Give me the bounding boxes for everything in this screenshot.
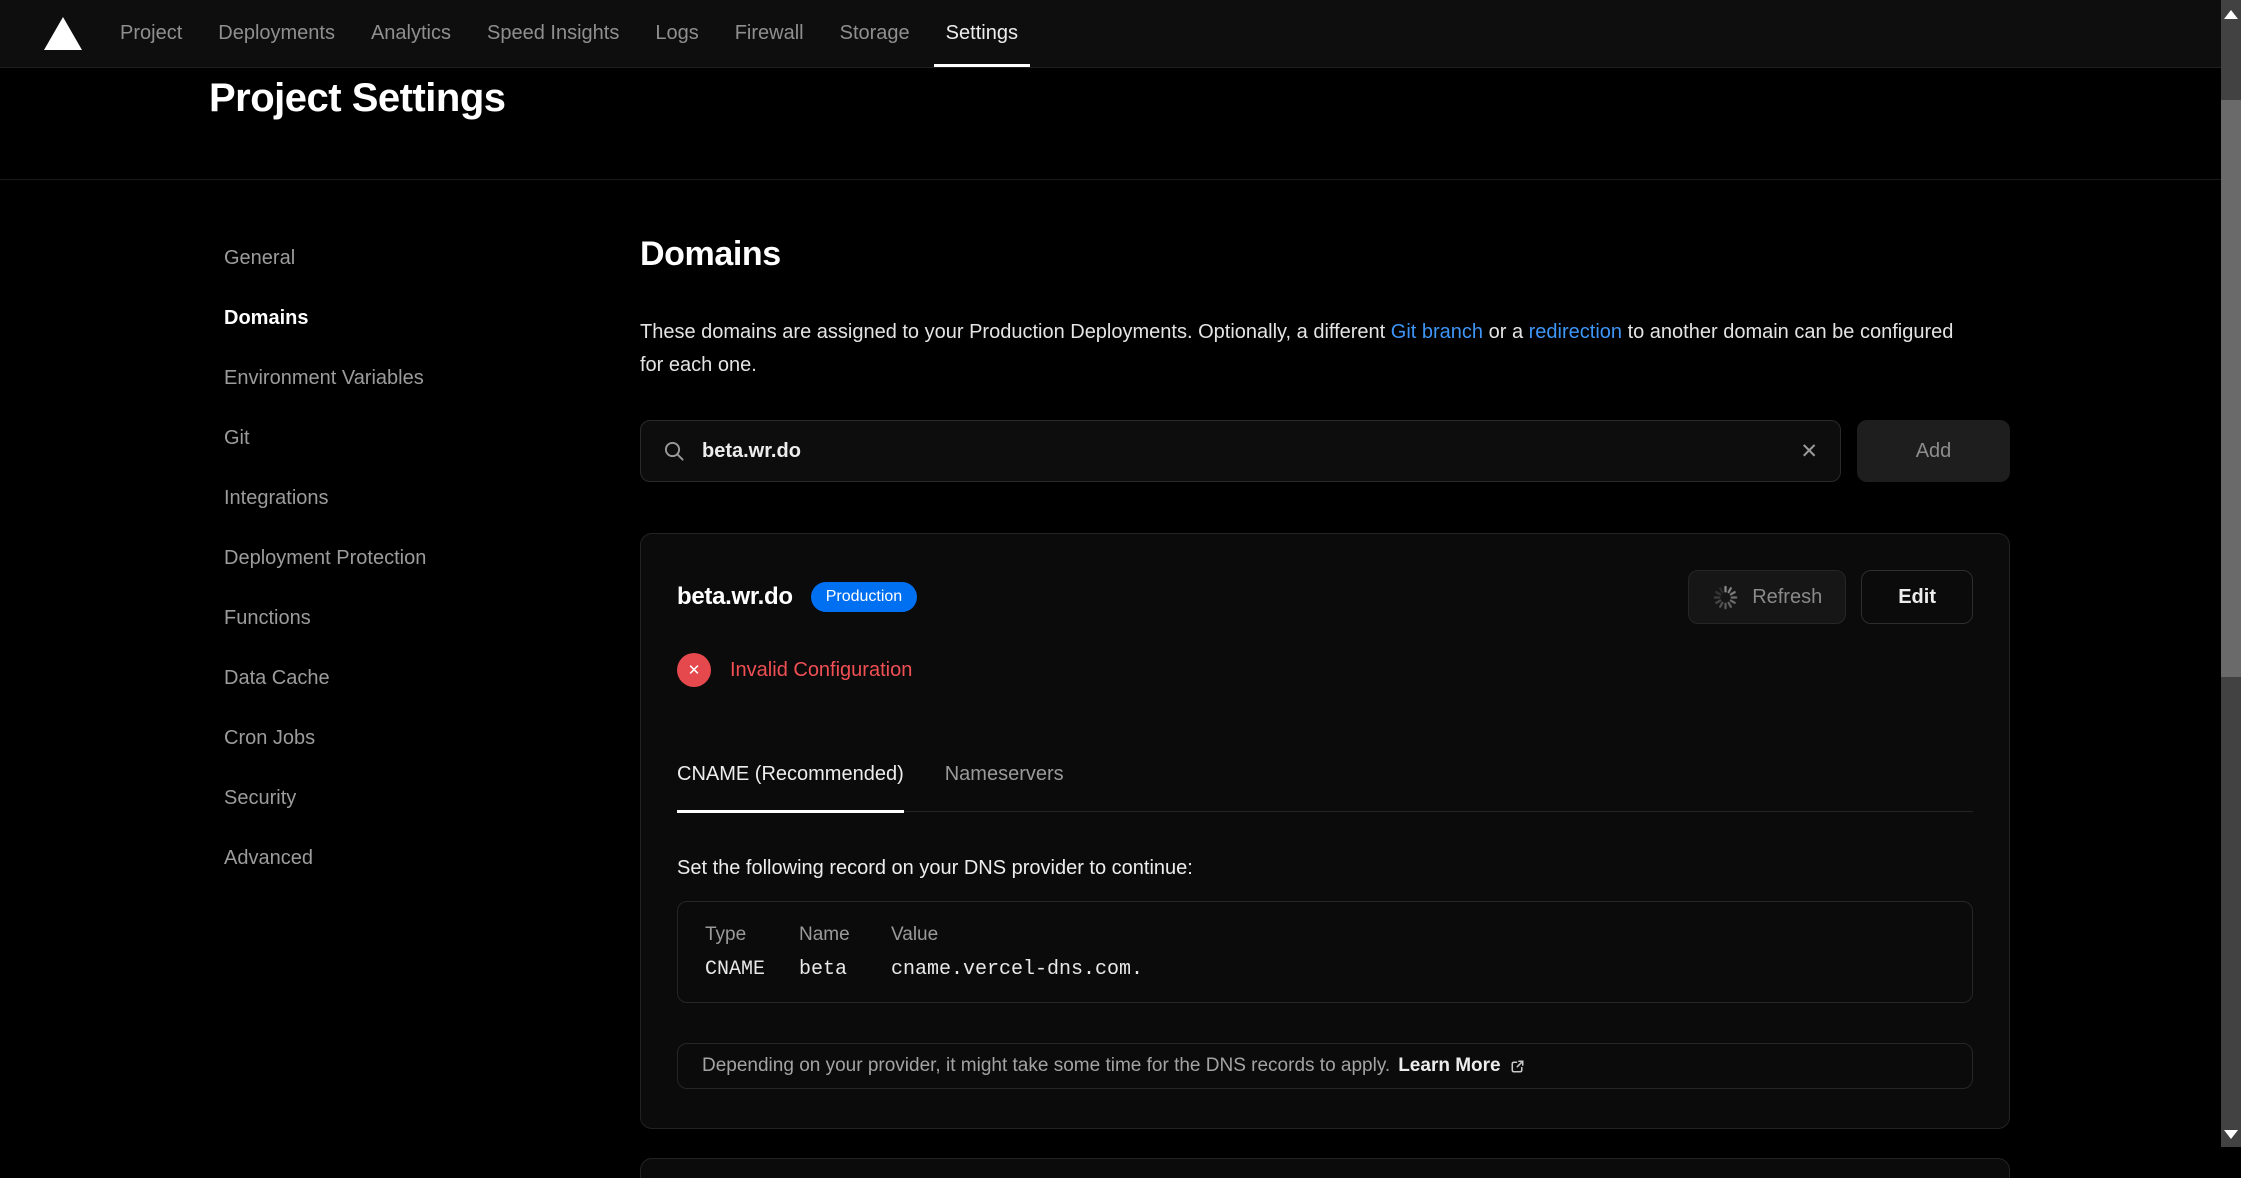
refresh-button[interactable]: Refresh <box>1688 570 1846 624</box>
git-branch-link[interactable]: Git branch <box>1391 321 1483 343</box>
nav-tab-logs[interactable]: Logs <box>643 0 710 67</box>
dns-record-headers: Type Name Value <box>705 925 1945 944</box>
record-name-value: beta <box>799 959 891 980</box>
add-domain-row: ✕ Add <box>640 420 2010 482</box>
sidebar-item-data-cache[interactable]: Data Cache <box>224 668 640 688</box>
column-header-name: Name <box>799 925 891 944</box>
sidebar-item-integrations[interactable]: Integrations <box>224 488 640 508</box>
tab-cname-recommended[interactable]: CNAME (Recommended) <box>677 763 904 813</box>
tab-nameservers[interactable]: Nameservers <box>945 763 1064 813</box>
sidebar-item-security[interactable]: Security <box>224 788 640 808</box>
sidebar-item-advanced[interactable]: Advanced <box>224 848 640 868</box>
app-window: Project Deployments Analytics Speed Insi… <box>0 0 2221 1147</box>
production-badge: Production <box>811 582 918 612</box>
refresh-label: Refresh <box>1752 586 1822 609</box>
sidebar-item-domains[interactable]: Domains <box>224 308 640 328</box>
sidebar-item-cron-jobs[interactable]: Cron Jobs <box>224 728 640 748</box>
content-area: General Domains Environment Variables Gi… <box>0 180 2221 1178</box>
sidebar-item-environment-variables[interactable]: Environment Variables <box>224 368 640 388</box>
learn-more-label: Learn More <box>1398 1055 1500 1077</box>
top-navigation: Project Deployments Analytics Speed Insi… <box>0 0 2221 68</box>
learn-more-link[interactable]: Learn More <box>1398 1055 1526 1077</box>
dns-record-table: Type Name Value CNAME beta cname.vercel-… <box>677 901 1973 1003</box>
domain-card: beta.wr.do Production <box>640 533 2010 1129</box>
sidebar-item-functions[interactable]: Functions <box>224 608 640 628</box>
note-text: Depending on your provider, it might tak… <box>702 1055 1390 1077</box>
vercel-logo[interactable] <box>44 0 82 67</box>
domain-input-container: ✕ <box>640 420 1841 482</box>
nav-tab-storage[interactable]: Storage <box>828 0 922 67</box>
clear-input-icon[interactable]: ✕ <box>1800 441 1818 462</box>
nav-tab-settings[interactable]: Settings <box>934 0 1030 67</box>
spinner-icon <box>1712 584 1739 611</box>
error-circle-x-icon: ✕ <box>677 653 711 687</box>
page-title: Project Settings <box>209 68 2221 121</box>
section-description: These domains are assigned to your Produ… <box>640 316 1975 382</box>
nav-tab-project[interactable]: Project <box>108 0 194 67</box>
sidebar-item-git[interactable]: Git <box>224 428 640 448</box>
sidebar-item-general[interactable]: General <box>224 248 640 268</box>
column-header-type: Type <box>705 925 799 944</box>
domain-input[interactable] <box>702 440 1784 463</box>
domain-card-header: beta.wr.do Production <box>677 570 1973 624</box>
domains-section: Domains These domains are assigned to yo… <box>640 180 2010 1178</box>
nav-tab-deployments[interactable]: Deployments <box>206 0 347 67</box>
external-link-icon <box>1508 1057 1527 1076</box>
record-target-value: cname.vercel-dns.com. <box>891 959 1945 980</box>
domain-status: ✕ Invalid Configuration <box>677 653 1973 687</box>
nav-tab-firewall[interactable]: Firewall <box>723 0 816 67</box>
scrollbar-thumb[interactable] <box>2221 100 2241 677</box>
dns-record-row: CNAME beta cname.vercel-dns.com. <box>705 959 1945 980</box>
edit-button[interactable]: Edit <box>1861 570 1973 624</box>
status-text: Invalid Configuration <box>730 659 912 682</box>
nav-tab-speed-insights[interactable]: Speed Insights <box>475 0 631 67</box>
description-text: or a <box>1483 321 1529 343</box>
nav-tab-analytics[interactable]: Analytics <box>359 0 463 67</box>
column-header-value: Value <box>891 925 1945 944</box>
browser-scrollbar[interactable] <box>2221 0 2241 1147</box>
add-domain-button[interactable]: Add <box>1857 420 2010 482</box>
sidebar-item-deployment-protection[interactable]: Deployment Protection <box>224 548 640 568</box>
search-icon <box>663 440 686 463</box>
next-card-top-edge <box>640 1158 2010 1178</box>
vercel-triangle-icon <box>44 17 82 50</box>
page-header: Project Settings <box>0 68 2221 180</box>
scroll-up-arrow-icon[interactable] <box>2224 10 2238 19</box>
scroll-down-arrow-icon[interactable] <box>2224 1130 2238 1139</box>
domain-name: beta.wr.do <box>677 583 793 611</box>
settings-sidebar: General Domains Environment Variables Gi… <box>0 180 640 1178</box>
description-text: These domains are assigned to your Produ… <box>640 321 1391 343</box>
dns-propagation-note: Depending on your provider, it might tak… <box>677 1043 1973 1089</box>
record-type-tabs: CNAME (Recommended) Nameservers <box>677 763 1973 812</box>
record-type-value: CNAME <box>705 959 799 980</box>
redirection-link[interactable]: redirection <box>1529 321 1622 343</box>
dns-instruction: Set the following record on your DNS pro… <box>677 858 1973 879</box>
section-title: Domains <box>640 235 2010 274</box>
